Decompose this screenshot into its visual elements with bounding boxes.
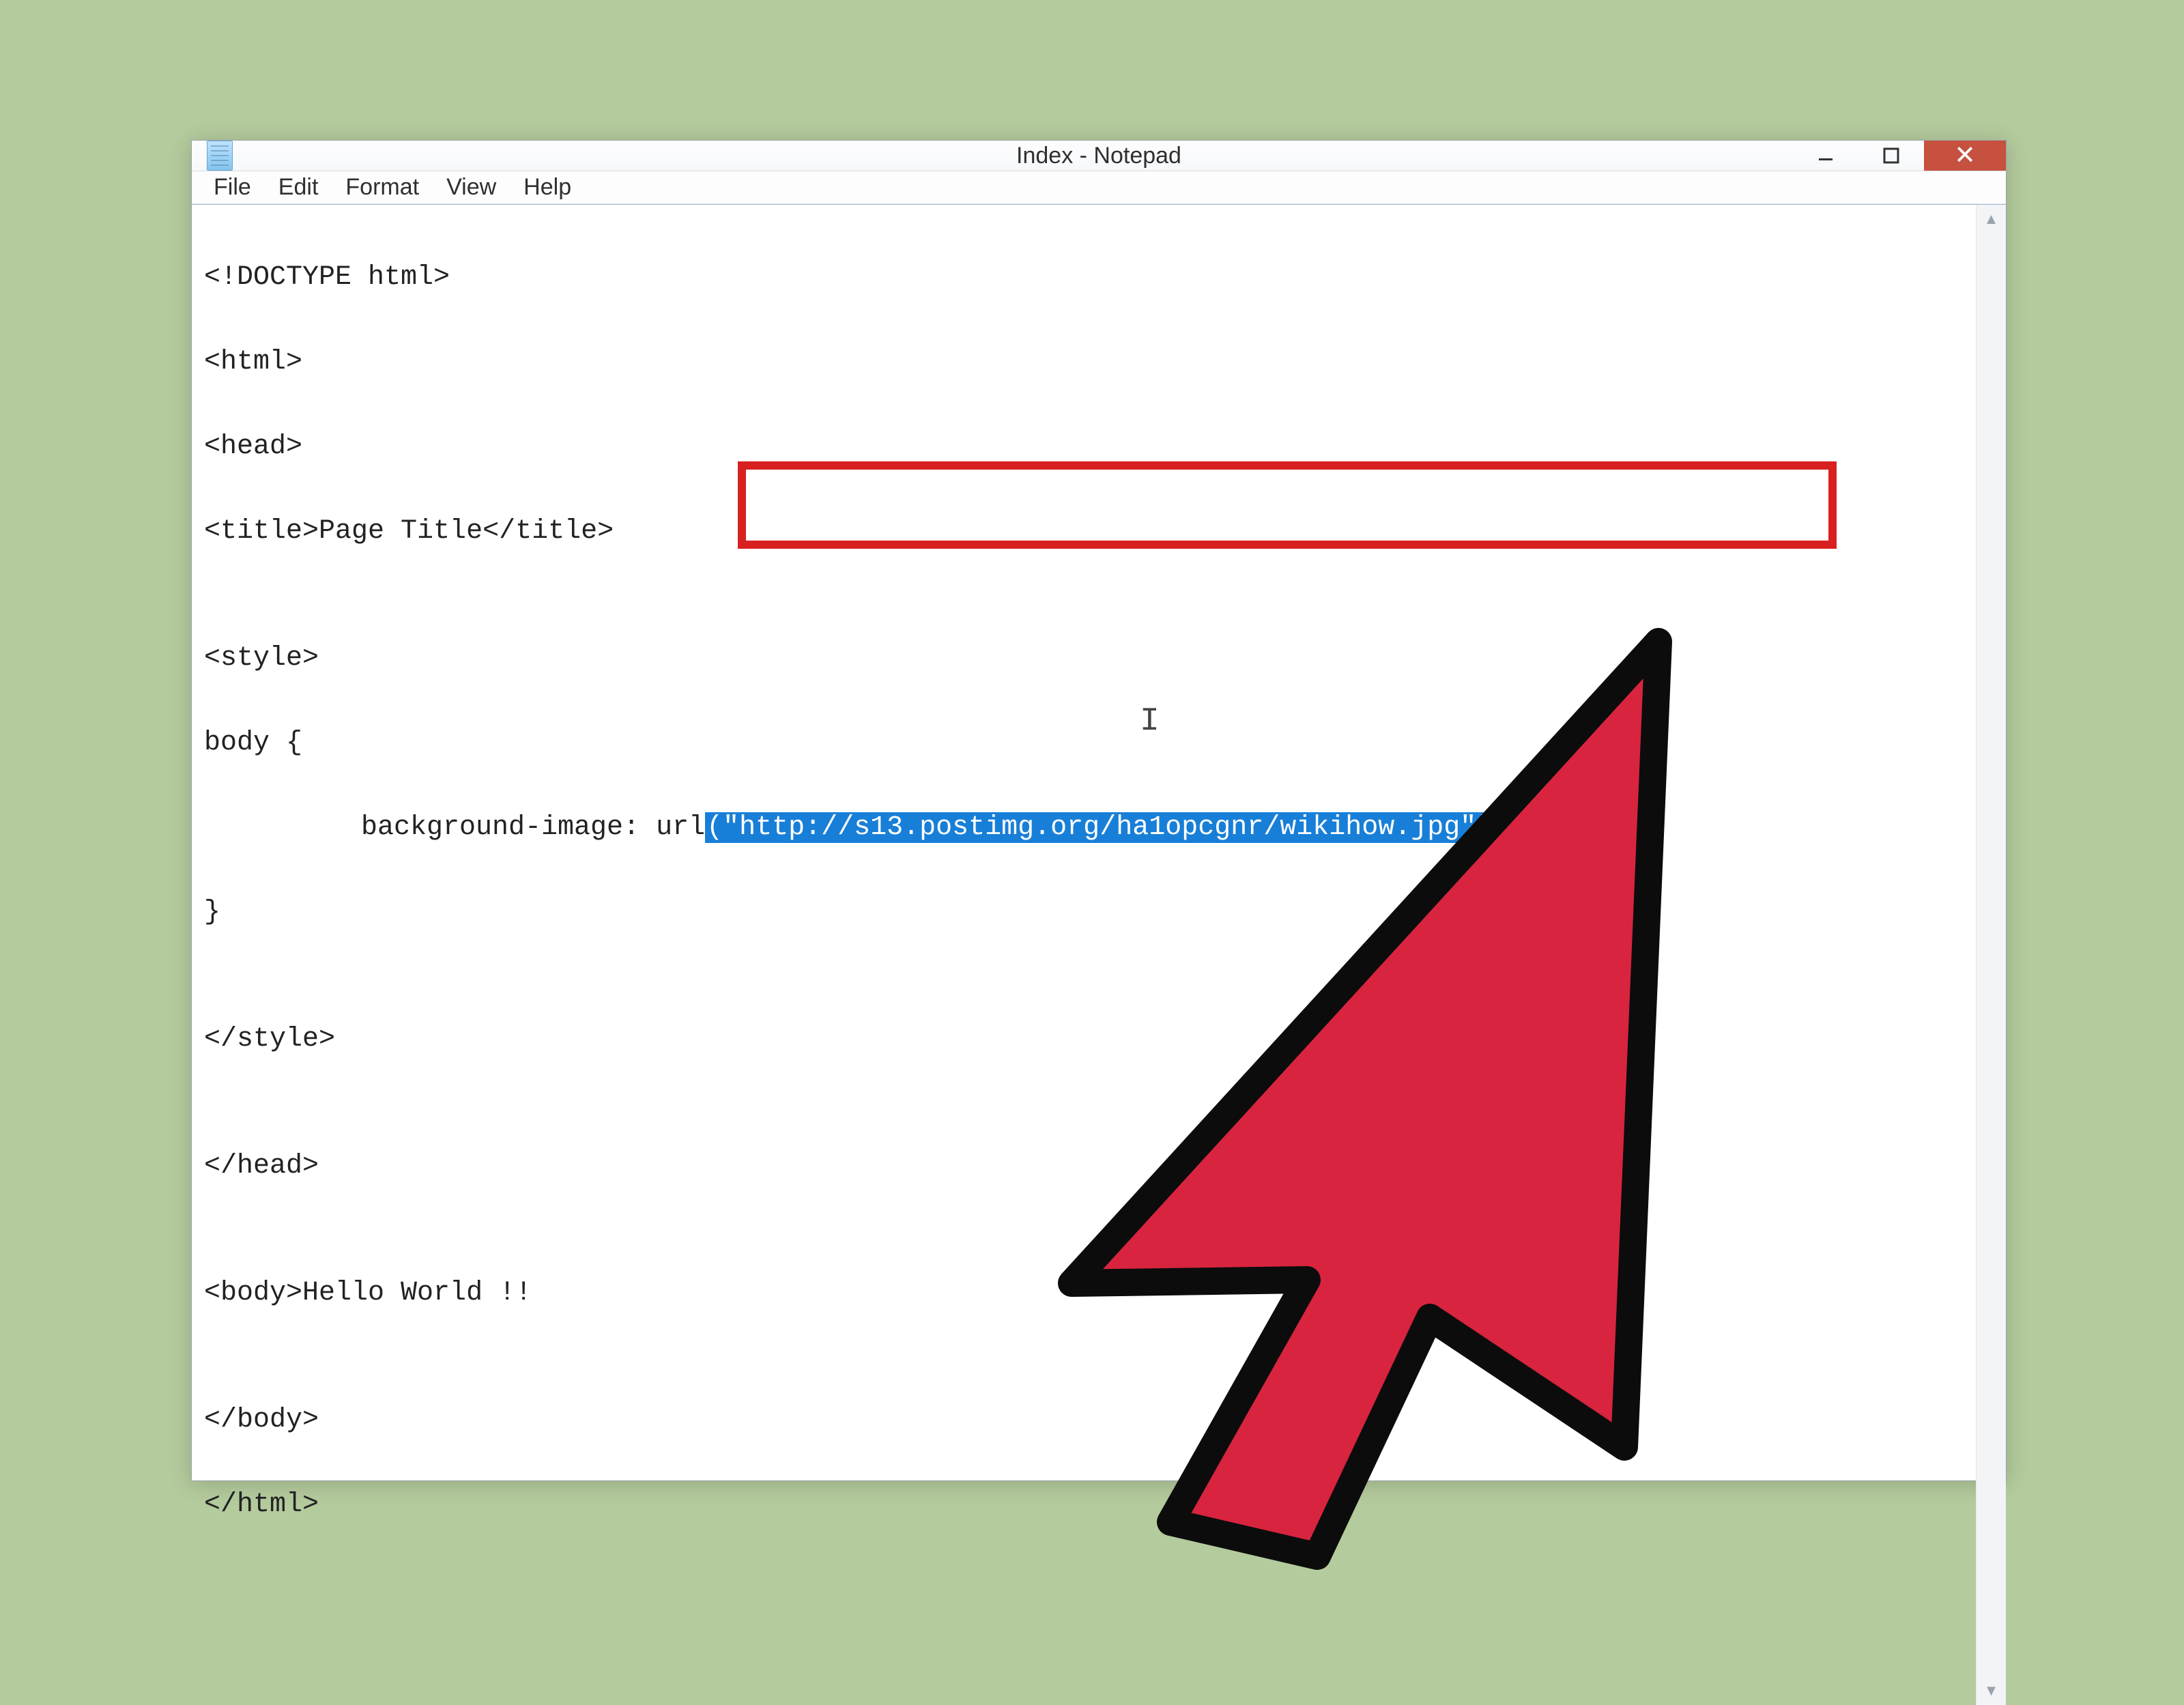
code-line: <body>Hello World !! xyxy=(204,1272,1964,1315)
text-editor[interactable]: <!DOCTYPE html> <html> <head> <title>Pag… xyxy=(192,205,1976,1705)
scroll-up-icon[interactable]: ▲ xyxy=(1977,205,2006,233)
code-line: <head> xyxy=(204,426,1964,468)
menu-format[interactable]: Format xyxy=(341,171,423,203)
code-line: } xyxy=(204,891,1964,934)
code-line: </head> xyxy=(204,1145,1964,1188)
menu-help[interactable]: Help xyxy=(519,171,575,203)
notepad-window: Index - Notepad ✕ File Edit Format View … xyxy=(191,140,2007,1481)
titlebar[interactable]: Index - Notepad ✕ xyxy=(192,141,2006,171)
code-line: body { xyxy=(204,722,1964,764)
selected-text: ("http://s13.postimg.org/ha1opcgnr/wikih… xyxy=(705,812,1510,843)
menu-file[interactable]: File xyxy=(210,171,255,203)
scroll-down-icon[interactable]: ▼ xyxy=(1977,1676,2006,1705)
code-line: <style> xyxy=(204,637,1964,680)
menu-edit[interactable]: Edit xyxy=(274,171,323,203)
menubar: File Edit Format View Help xyxy=(192,171,2006,204)
code-line: <html> xyxy=(204,341,1964,384)
code-line: <!DOCTYPE html> xyxy=(204,257,1964,299)
code-line: background-image: url("http://s13.postim… xyxy=(361,807,1964,849)
content-area: <!DOCTYPE html> <html> <head> <title>Pag… xyxy=(192,204,2006,1705)
code-text: background-image: url xyxy=(361,812,705,843)
code-line: <title>Page Title</title> xyxy=(204,511,1964,553)
menu-view[interactable]: View xyxy=(442,171,500,203)
code-line: </style> xyxy=(204,1018,1964,1061)
vertical-scrollbar[interactable]: ▲ ▼ xyxy=(1976,205,2006,1705)
code-line: </body> xyxy=(204,1399,1964,1442)
code-line: </html> xyxy=(204,1484,1964,1526)
text-cursor-ibeam-icon: I xyxy=(1140,703,1160,740)
window-title: Index - Notepad xyxy=(192,143,2006,169)
